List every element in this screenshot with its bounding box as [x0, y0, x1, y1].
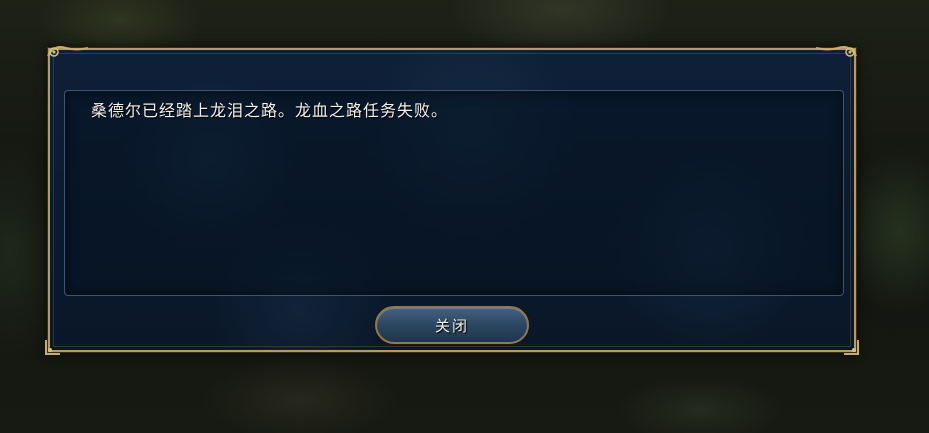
corner-ornament-icon — [47, 46, 89, 57]
corner-ornament-icon — [815, 46, 857, 57]
message-panel: 桑德尔已经踏上龙泪之路。龙血之路任务失败。 — [64, 90, 844, 296]
close-button-label: 关闭 — [434, 316, 469, 335]
quest-notification-dialog: 桑德尔已经踏上龙泪之路。龙血之路任务失败。 关闭 — [45, 46, 859, 355]
corner-ornament-icon — [844, 340, 859, 355]
corner-ornament-icon — [45, 340, 60, 355]
quest-message-text: 桑德尔已经踏上龙泪之路。龙血之路任务失败。 — [91, 101, 449, 120]
close-button[interactable]: 关闭 — [375, 306, 529, 344]
